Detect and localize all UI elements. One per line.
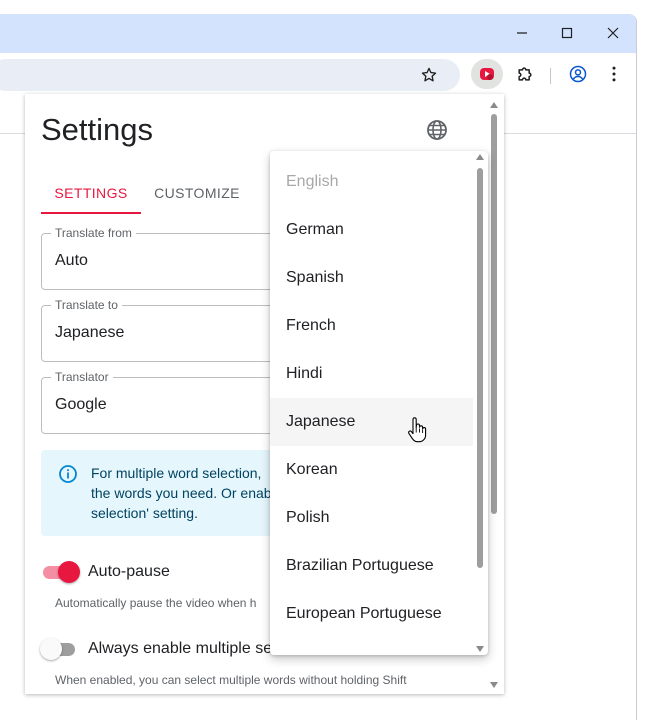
translator-extension-button[interactable] — [471, 59, 503, 89]
translate-from-value: Auto — [55, 252, 88, 269]
auto-pause-label: Auto-pause — [88, 563, 170, 580]
multiple-selection-toggle[interactable] — [40, 638, 77, 660]
translate-from-label: Translate from — [51, 226, 136, 240]
multiple-selection-label: Always enable multiple se — [88, 640, 273, 657]
dropdown-scrollbar[interactable] — [475, 154, 485, 652]
scroll-up-arrow-icon[interactable] — [490, 102, 498, 108]
translate-to-value: Japanese — [55, 324, 125, 341]
translator-value: Google — [55, 396, 107, 413]
page-title: Settings — [41, 112, 154, 147]
globe-icon — [427, 120, 447, 140]
address-bar[interactable] — [0, 59, 460, 91]
popup-scrollbar[interactable] — [489, 102, 499, 688]
bookmark-star-icon[interactable] — [417, 63, 441, 87]
active-tab-indicator — [41, 212, 141, 214]
tab-customize-label: CUSTOMIZE — [154, 185, 240, 201]
option-polish[interactable]: Polish — [270, 494, 473, 542]
auto-pause-description: Automatically pause the video when h — [55, 596, 257, 610]
option-korean[interactable]: Korean — [270, 446, 473, 494]
scroll-up-arrow-icon[interactable] — [476, 154, 484, 160]
more-menu-icon[interactable] — [602, 62, 626, 86]
extensions-puzzle-icon[interactable] — [513, 62, 537, 86]
option-spanish[interactable]: Spanish — [270, 254, 473, 302]
toggle-thumb — [40, 638, 62, 660]
close-icon — [607, 27, 619, 39]
tab-settings-label: SETTINGS — [54, 185, 128, 201]
tab-customize[interactable]: CUSTOMIZE — [145, 172, 249, 214]
translator-label: Translator — [51, 370, 113, 384]
multiple-selection-description: When enabled, you can select multiple wo… — [55, 673, 407, 687]
maximize-button[interactable] — [544, 14, 590, 53]
toggle-thumb — [58, 561, 80, 583]
scrollbar-thumb[interactable] — [477, 168, 483, 568]
scroll-down-arrow-icon[interactable] — [476, 646, 484, 652]
language-button[interactable] — [425, 118, 451, 144]
tab-settings[interactable]: SETTINGS — [41, 172, 141, 214]
option-english: English — [286, 173, 339, 190]
profile-icon[interactable] — [566, 62, 590, 86]
toolbar-separator — [550, 68, 551, 84]
option-brazilian-portuguese[interactable]: Brazilian Portuguese — [270, 542, 473, 590]
option-european-portuguese[interactable]: European Portuguese — [270, 590, 473, 638]
option-german[interactable]: German — [270, 206, 473, 254]
close-window-button[interactable] — [590, 14, 636, 53]
scroll-down-arrow-icon[interactable] — [490, 682, 498, 688]
language-dropdown: English German Spanish French Hindi Japa… — [270, 151, 488, 655]
title-bar — [0, 14, 636, 53]
info-icon — [59, 465, 77, 483]
translator-extension-icon — [480, 68, 494, 80]
translate-to-label: Translate to — [51, 298, 122, 312]
language-options-list: English German Spanish French Hindi Japa… — [270, 158, 473, 638]
scrollbar-thumb[interactable] — [491, 114, 497, 514]
hand-pointer-cursor-icon — [408, 417, 427, 443]
option-french[interactable]: French — [270, 302, 473, 350]
option-japanese[interactable]: Japanese — [270, 398, 473, 446]
option-hindi[interactable]: Hindi — [270, 350, 473, 398]
auto-pause-toggle[interactable] — [41, 561, 80, 583]
maximize-icon — [561, 27, 573, 39]
minimize-icon — [517, 32, 527, 34]
browser-toolbar — [0, 53, 636, 94]
minimize-button[interactable] — [499, 14, 545, 53]
